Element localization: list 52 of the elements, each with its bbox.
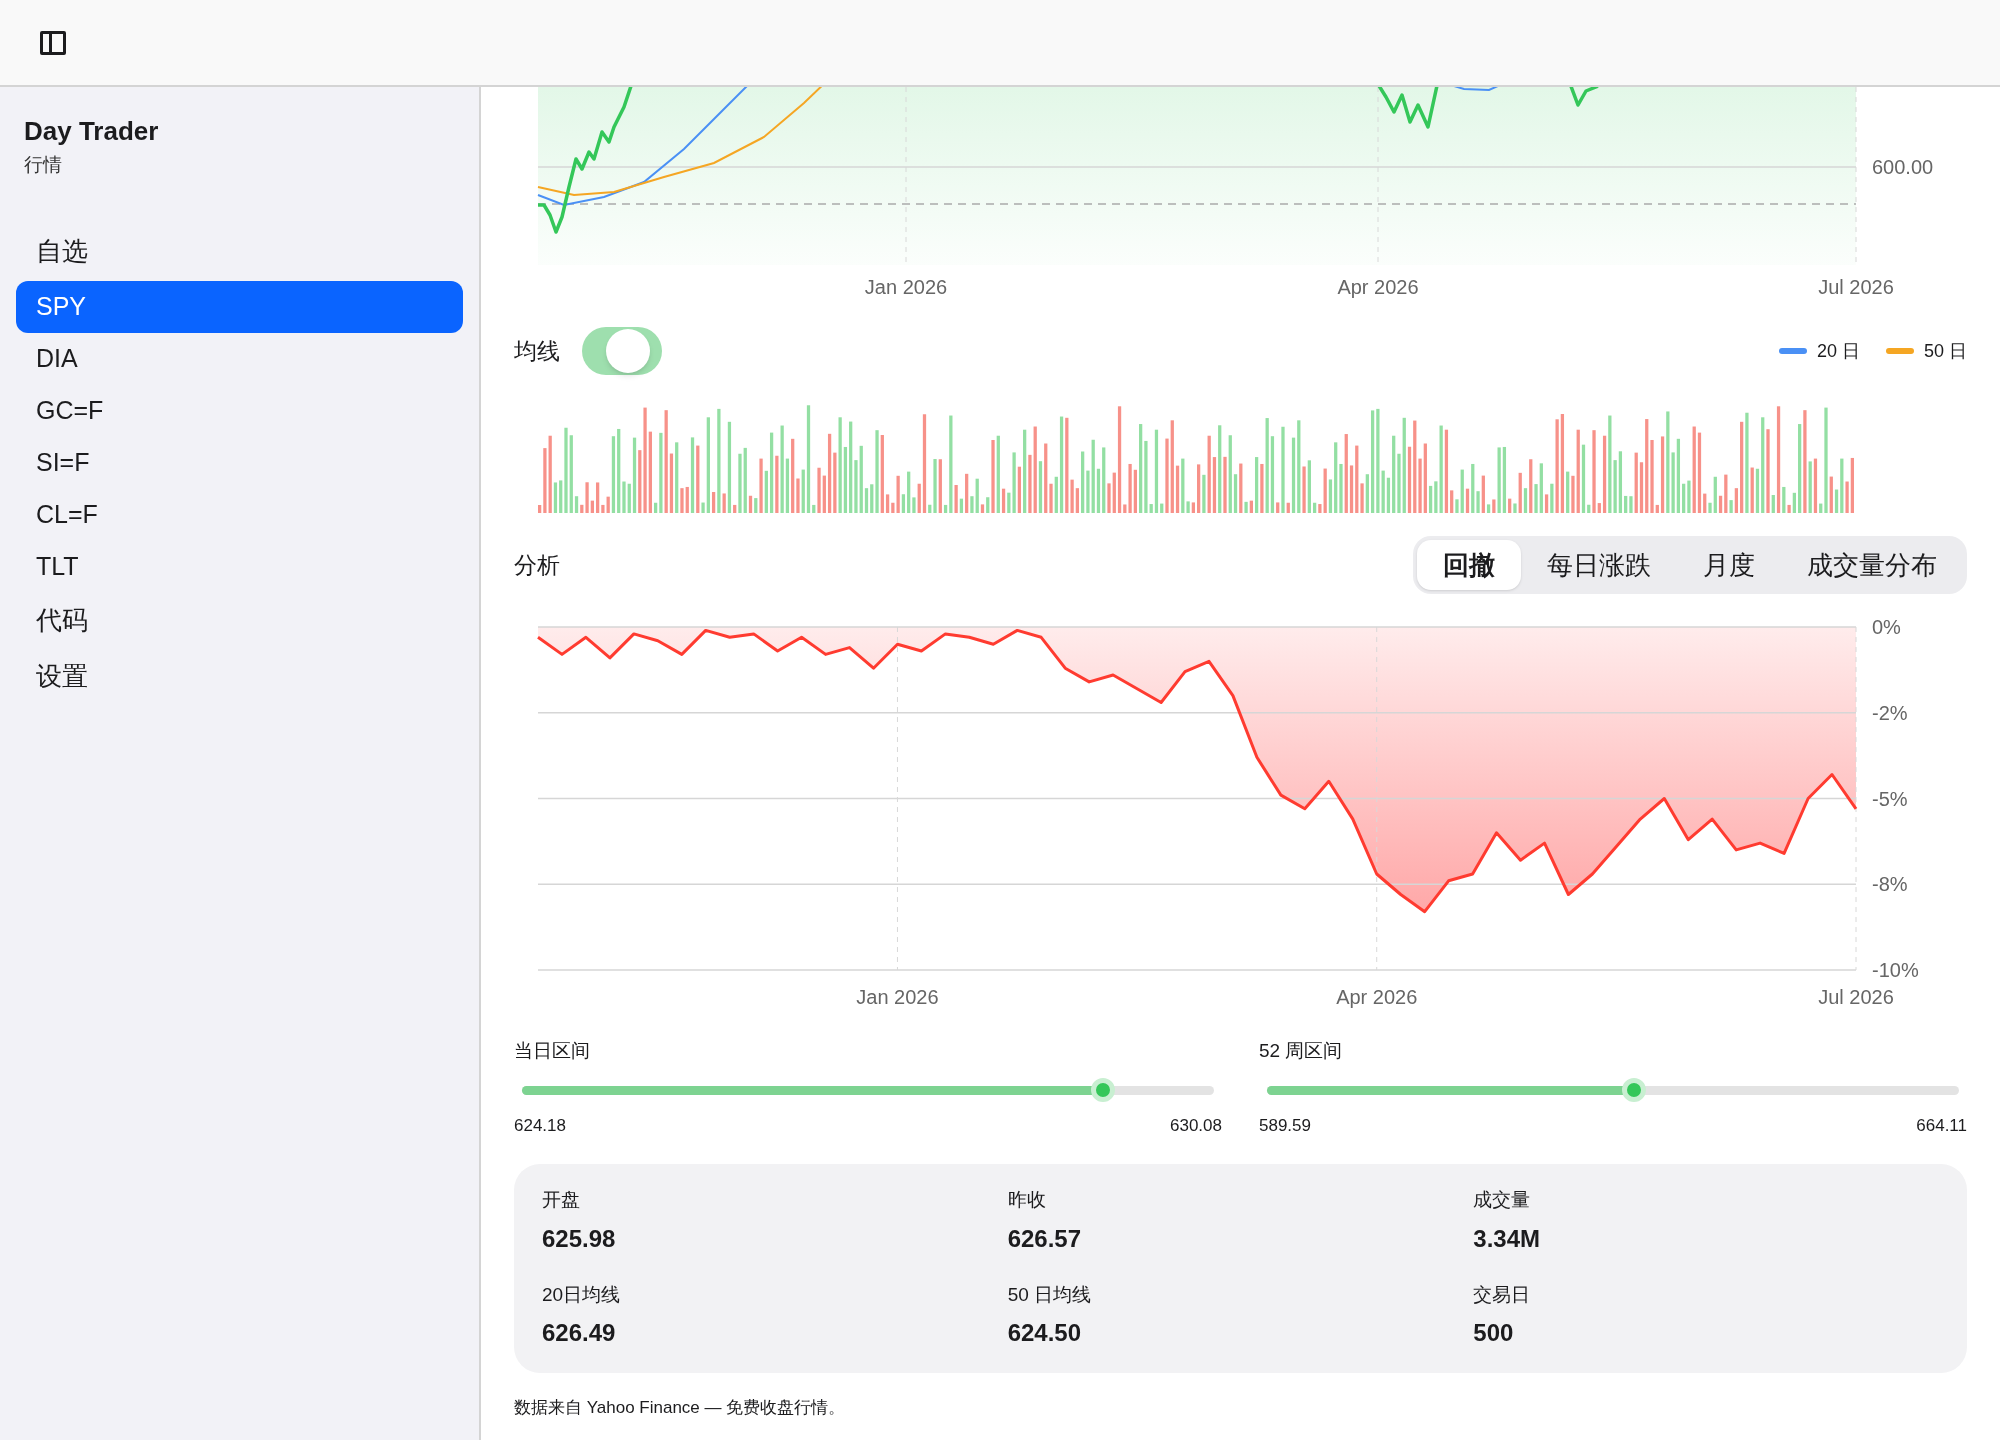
- section-label: 自选: [36, 234, 89, 268]
- stat-label: 成交量: [1473, 1188, 1532, 1212]
- sidebar-item[interactable]: SI=F: [16, 436, 463, 489]
- legend-label: 20 日: [1816, 339, 1860, 363]
- footnote: 数据来自 Yahoo Finance — 免费收盘行情。: [514, 1397, 847, 1419]
- app-subtitle: 行情: [24, 153, 63, 177]
- axis-label: -10%: [1872, 959, 1919, 981]
- stat-value: 625.98: [542, 1223, 617, 1254]
- axis-label: -2%: [1872, 701, 1908, 724]
- sidebar-item[interactable]: GC=F: [16, 384, 463, 437]
- app-title: Day Trader: [24, 115, 160, 148]
- axis-label: -5%: [1872, 787, 1908, 810]
- sidebar-item[interactable]: CL=F: [16, 488, 463, 541]
- range-high: 630.08: [1170, 1114, 1222, 1137]
- range-high: 664.11: [1916, 1114, 1967, 1137]
- legend-label: 50 日: [1923, 339, 1967, 363]
- stat-label: 开盘: [542, 1188, 581, 1212]
- sidebar-item[interactable]: TLT: [16, 540, 463, 593]
- toggle-switch[interactable]: [582, 327, 662, 375]
- axis-label: Apr 2026: [1337, 276, 1419, 298]
- stat-value: 3.34M: [1473, 1223, 1542, 1254]
- sidebar-item[interactable]: SPY: [16, 280, 463, 333]
- sidebar-toggle-icon[interactable]: [40, 30, 66, 55]
- segment-tab[interactable]: 月度: [1677, 540, 1781, 590]
- range-label: 52 周区间: [1259, 1039, 1344, 1063]
- axis-label: 0%: [1872, 616, 1901, 638]
- axis-label: Jan 2026: [856, 986, 939, 1008]
- segment-tab[interactable]: 每日涨跌: [1521, 540, 1677, 590]
- range-label: 当日区间: [514, 1039, 591, 1063]
- range-low: 624.18: [514, 1114, 566, 1137]
- stat-value: 500: [1473, 1318, 1515, 1348]
- range-low: 589.59: [1259, 1114, 1311, 1137]
- stat-value: 624.50: [1007, 1318, 1083, 1348]
- toggle-label: 均线: [514, 336, 560, 366]
- axis-label: Jul 2026: [1818, 986, 1894, 1008]
- stat-label: 20日均线: [542, 1282, 622, 1307]
- sidebar-link[interactable]: 设置: [16, 648, 463, 705]
- sidebar-link[interactable]: 代码: [16, 592, 463, 649]
- axis-label: Apr 2026: [1336, 986, 1418, 1008]
- axis-label: Jul 2026: [1818, 276, 1894, 298]
- sidebar-item[interactable]: DIA: [16, 332, 463, 385]
- stat-value: 626.57: [1007, 1223, 1083, 1254]
- stat-label: 50 日均线: [1007, 1282, 1093, 1307]
- segment-tab[interactable]: 成交量分布: [1781, 540, 1963, 590]
- stat-value: 626.49: [542, 1318, 617, 1348]
- stat-label: 交易日: [1473, 1282, 1532, 1307]
- stat-label: 昨收: [1007, 1188, 1047, 1212]
- axis-label: -8%: [1872, 873, 1908, 896]
- section-title: 分析: [514, 550, 560, 580]
- axis-label: Jan 2026: [864, 276, 948, 298]
- segment-tab[interactable]: 回撤: [1417, 540, 1521, 590]
- axis-label: 600.00: [1872, 156, 1934, 178]
